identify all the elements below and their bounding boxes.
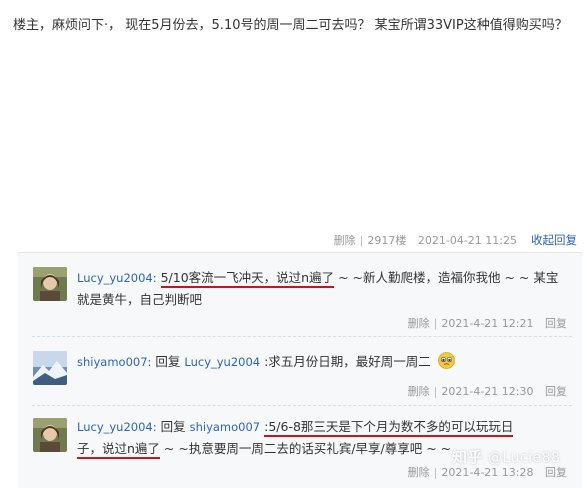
reply-text: ~ ~执意要周一周二去的话买礼宾/早享/尊享吧 ~ ~ <box>163 441 452 456</box>
reply-to-username[interactable]: shiyamo007 <box>190 420 261 434</box>
separator: | <box>433 466 438 479</box>
reply-button[interactable]: 回复 <box>545 317 567 330</box>
floor-number: 2917楼 <box>367 234 407 247</box>
highlighted-text: 子，说过n遍了 <box>77 441 160 459</box>
separator: | <box>433 385 438 398</box>
zhihu-watermark: 知乎 @Lucie88 <box>452 446 560 467</box>
portrait-avatar[interactable] <box>33 267 67 301</box>
collapse-replies-button[interactable]: 收起回复 <box>531 231 577 249</box>
reply-username[interactable]: Lucy_yu2004: <box>77 420 157 434</box>
watermark-handle: @Lucie88 <box>487 450 561 466</box>
reply-item: Lucy_yu2004: 5/10客流一飞冲天，说过n遍了 ~ ~新人勤爬楼，造… <box>18 253 582 335</box>
reply-timestamp: 2021-4-21 13:28 <box>441 466 534 479</box>
reply-text: :求五月份日期，最好周一周二 <box>264 354 431 369</box>
post-meta: 删除 | 2917楼 2021-04-21 11:25 收起回复 <box>0 231 581 249</box>
separator <box>538 466 542 479</box>
reply-meta: 删除 | 2021-4-21 12:30 回复 <box>408 383 567 399</box>
reply-to-username[interactable]: Lucy_yu2004 <box>184 355 260 369</box>
reply-username[interactable]: Lucy_yu2004: <box>77 271 157 285</box>
delete-button[interactable]: 删除 <box>408 385 430 398</box>
reply-timestamp: 2021-4-21 12:30 <box>441 385 534 398</box>
reply-username[interactable]: shiyamo007: <box>77 355 151 369</box>
snow-mountain-avatar[interactable] <box>33 351 67 385</box>
pleading-face-emoji <box>437 352 455 369</box>
delete-button[interactable]: 删除 <box>408 317 430 330</box>
post-body: 楼主，麻烦问下·， 现在5月份去，5.10号的周一周二可去吗？ 某宝所谓33VI… <box>13 18 568 33</box>
portrait-avatar[interactable] <box>33 418 67 452</box>
reply-button[interactable]: 回复 <box>545 385 567 398</box>
separator: | <box>433 317 438 330</box>
highlighted-text: :5/6-8那三天是下个月为数不多的可以玩玩日 <box>264 419 514 437</box>
reply-prefix: 回复 <box>155 354 181 369</box>
reply-button[interactable]: 回复 <box>545 466 567 479</box>
zhihu-logo: 知乎 <box>452 448 484 466</box>
reply-prefix: 回复 <box>160 419 186 434</box>
post-timestamp: 2021-04-21 11:25 <box>417 234 517 247</box>
reply-content: Lucy_yu2004: 5/10客流一飞冲天，说过n遍了 ~ ~新人勤爬楼，造… <box>77 267 567 311</box>
separator <box>410 232 414 250</box>
reply-item: shiyamo007: 回复 Lucy_yu2004 :求五月份日期，最好周一周… <box>18 337 582 403</box>
reply-timestamp: 2021-4-21 12:21 <box>441 317 534 330</box>
separator <box>538 317 542 330</box>
separator <box>538 385 542 398</box>
delete-button[interactable]: 删除 <box>334 232 356 250</box>
delete-button[interactable]: 删除 <box>408 466 430 479</box>
reply-content: shiyamo007: 回复 Lucy_yu2004 :求五月份日期，最好周一周… <box>77 351 567 373</box>
reply-meta: 删除 | 2021-4-21 12:21 回复 <box>408 315 567 331</box>
separator: | <box>359 234 364 247</box>
highlighted-text: 5/10客流一飞冲天，说过n遍了 <box>160 270 335 288</box>
